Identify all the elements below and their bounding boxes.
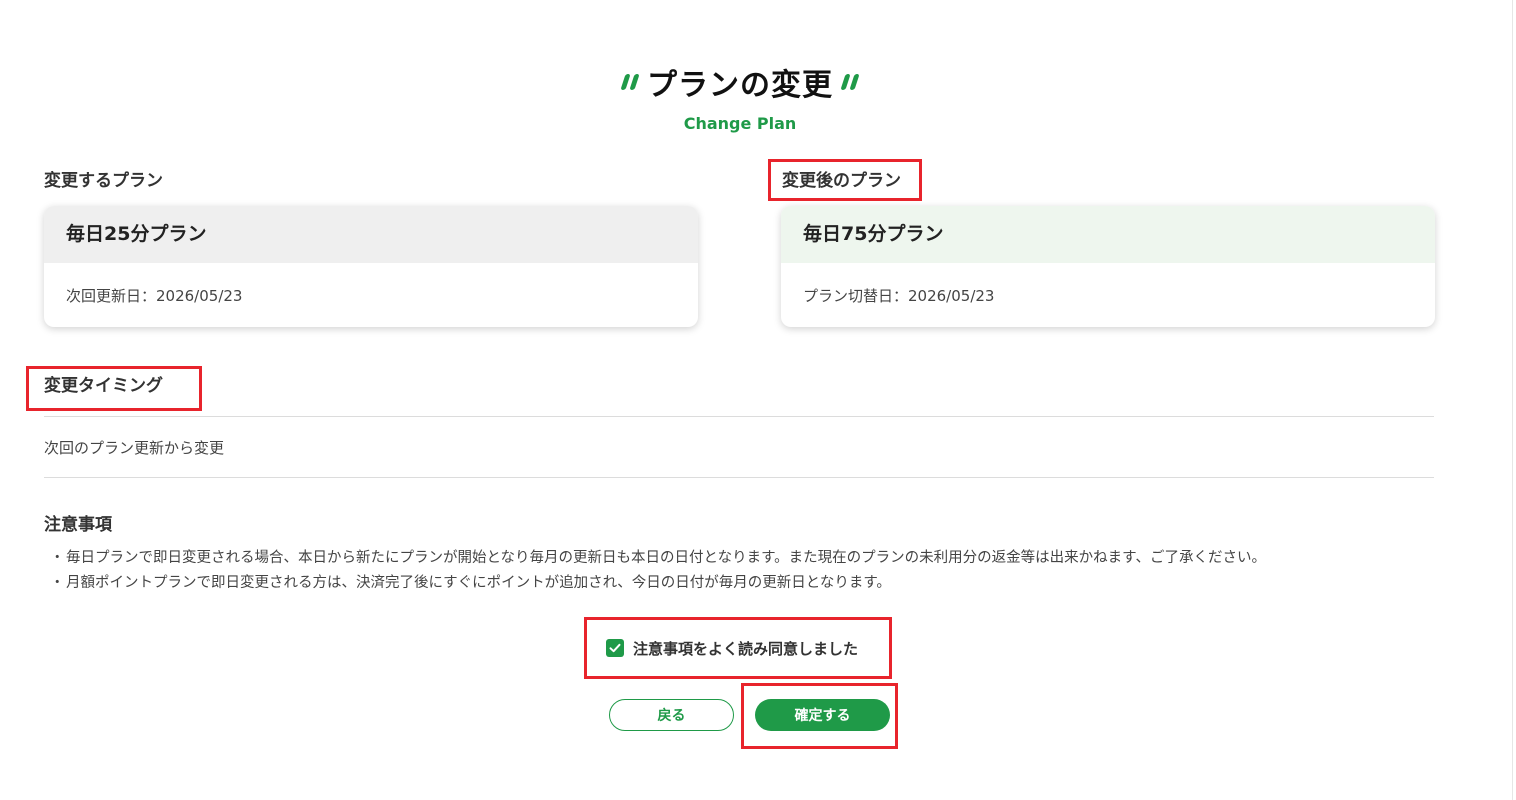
note-text: 毎日プランで即日変更される場合、本日から新たにプランが開始となり毎月の更新日も本… bbox=[66, 550, 1267, 566]
agree-label[interactable]: 注意事項をよく読み同意しました bbox=[633, 638, 858, 659]
new-plan-card: 毎日75分プラン プラン切替日：2026/05/23 bbox=[781, 206, 1435, 327]
timing-divider-bottom bbox=[44, 477, 1434, 478]
left-quote-icon bbox=[620, 67, 640, 97]
notes-list: ・毎日プランで即日変更される場合、本日から新たにプランが開始となり毎月の更新日も… bbox=[44, 546, 1464, 596]
current-plan-renewal-date: 次回更新日：2026/05/23 bbox=[66, 287, 243, 305]
timing-section: 変更タイミング 次回のプラン更新から変更 bbox=[44, 372, 1434, 478]
back-button[interactable]: 戻る bbox=[609, 699, 734, 731]
current-plan-name: 毎日25分プラン bbox=[44, 206, 698, 263]
note-item: ・毎日プランで即日変更される場合、本日から新たにプランが開始となり毎月の更新日も… bbox=[44, 546, 1464, 571]
note-item: ・月額ポイントプランで即日変更される方は、決済完了後にすぐにポイントが追加され、… bbox=[44, 571, 1464, 596]
page-subtitle: Change Plan bbox=[683, 114, 797, 133]
current-plan-section: 変更するプラン 毎日25分プラン 次回更新日：2026/05/23 bbox=[44, 168, 698, 327]
checkmark-icon bbox=[609, 643, 621, 653]
timing-label: 変更タイミング bbox=[44, 376, 163, 396]
confirm-button[interactable]: 確定する bbox=[755, 699, 890, 731]
timing-value: 次回のプラン更新から変更 bbox=[44, 439, 225, 457]
bullet-icon: ・ bbox=[50, 550, 65, 566]
new-plan-switch-date: プラン切替日：2026/05/23 bbox=[803, 287, 995, 305]
current-plan-label: 変更するプラン bbox=[44, 171, 163, 191]
notes-label: 注意事項 bbox=[44, 515, 112, 535]
scrollbar-edge bbox=[1512, 0, 1513, 800]
page-header: プランの変更 Change Plan bbox=[0, 60, 1480, 133]
current-plan-card: 毎日25分プラン 次回更新日：2026/05/23 bbox=[44, 206, 698, 327]
notes-section: 注意事項 ・毎日プランで即日変更される場合、本日から新たにプランが開始となり毎月… bbox=[44, 512, 1464, 596]
new-plan-label: 変更後のプラン bbox=[782, 171, 901, 191]
change-plan-page: プランの変更 Change Plan 変更するプラン 毎日25分プラン 次回更新… bbox=[0, 0, 1516, 800]
bullet-icon: ・ bbox=[50, 575, 65, 591]
new-plan-name: 毎日75分プラン bbox=[781, 206, 1435, 263]
agree-checkbox-row[interactable]: 注意事項をよく読み同意しました bbox=[606, 636, 858, 660]
note-text: 月額ポイントプランで即日変更される方は、決済完了後にすぐにポイントが追加され、今… bbox=[66, 575, 891, 591]
agree-checkbox[interactable] bbox=[606, 639, 624, 657]
page-title: プランの変更 bbox=[647, 68, 833, 103]
right-quote-icon bbox=[840, 67, 860, 97]
title-row: プランの変更 bbox=[0, 60, 1480, 104]
new-plan-section: 変更後のプラン 毎日75分プラン プラン切替日：2026/05/23 bbox=[781, 168, 1435, 327]
